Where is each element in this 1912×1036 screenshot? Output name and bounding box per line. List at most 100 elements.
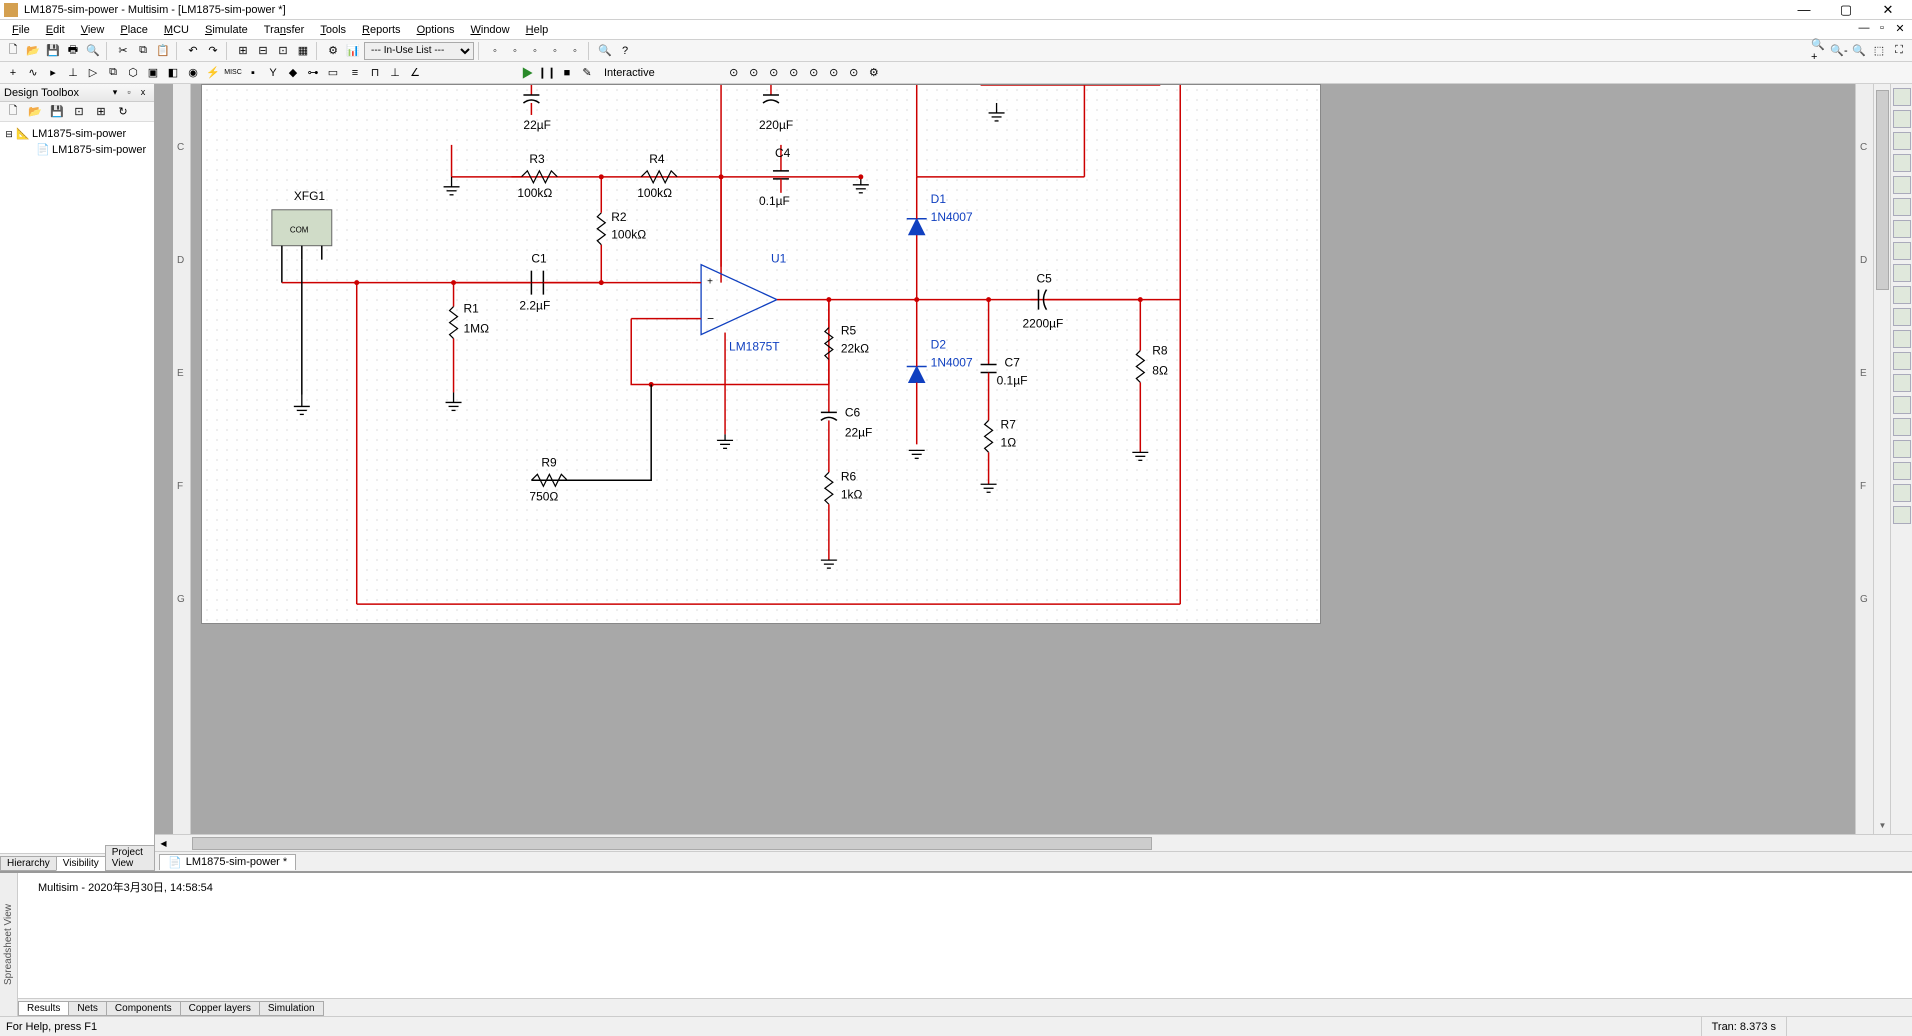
run-button[interactable]: [518, 64, 536, 82]
menu-reports[interactable]: Reports: [354, 22, 409, 38]
oscilloscope-button[interactable]: [1893, 154, 1911, 172]
tab-visibility[interactable]: Visibility: [56, 856, 106, 871]
tab-copper-layers[interactable]: Copper layers: [180, 1001, 260, 1016]
menu-tools[interactable]: Tools: [312, 22, 354, 38]
labview-button[interactable]: [1893, 484, 1911, 502]
menu-place[interactable]: Place: [112, 22, 156, 38]
vertical-scrollbar[interactable]: ▲ ▼: [1873, 84, 1890, 834]
grid4-button[interactable]: ▦: [294, 42, 312, 60]
distortion-button[interactable]: [1893, 330, 1911, 348]
help-button[interactable]: ?: [616, 42, 634, 60]
analysis1-button[interactable]: ⊙: [725, 64, 743, 82]
document-tab[interactable]: 📄 LM1875-sim-power *: [159, 854, 296, 870]
preview-button[interactable]: 🔍: [84, 42, 102, 60]
mixed-button[interactable]: ◧: [164, 64, 182, 82]
agilent-mm-button[interactable]: [1893, 418, 1911, 436]
fullscreen-button[interactable]: ⛶: [1890, 42, 1908, 60]
schematic-canvas[interactable]: XFG1 COM: [191, 84, 1855, 834]
diode-button[interactable]: ▸: [44, 64, 62, 82]
undo-button[interactable]: ↶: [184, 42, 202, 60]
rf-button[interactable]: ▪: [244, 64, 262, 82]
menu-window[interactable]: Window: [462, 22, 517, 38]
minimize-button[interactable]: —: [1790, 2, 1818, 18]
zoom-area-button[interactable]: ⬚: [1870, 42, 1888, 60]
redo-button[interactable]: ↷: [204, 42, 222, 60]
4ch-scope-button[interactable]: [1893, 176, 1911, 194]
tab-simulation[interactable]: Simulation: [259, 1001, 324, 1016]
cut-button[interactable]: ✂: [114, 42, 132, 60]
sidebar-save-button[interactable]: 💾: [48, 103, 66, 121]
sidebar-tool1-button[interactable]: ⊡: [70, 103, 88, 121]
agilent-scope-button[interactable]: [1893, 440, 1911, 458]
analysis6-button[interactable]: ⊙: [825, 64, 843, 82]
tab-results[interactable]: Results: [18, 1001, 69, 1016]
inuse-list-select[interactable]: --- In-Use List ---: [364, 42, 474, 60]
close-button[interactable]: ✕: [1874, 2, 1902, 18]
mdi-minimize-icon[interactable]: —: [1856, 22, 1872, 38]
mdi-close-icon[interactable]: ✕: [1892, 22, 1908, 38]
zoom-in-button[interactable]: 🔍+: [1810, 42, 1828, 60]
sidebar-dropdown-icon[interactable]: ▾: [108, 87, 122, 98]
misc-digital-button[interactable]: ▣: [144, 64, 162, 82]
word-gen-button[interactable]: [1893, 242, 1911, 260]
sidebar-pin-icon[interactable]: ▫: [122, 87, 136, 98]
agilent-fg-button[interactable]: [1893, 396, 1911, 414]
bus-button[interactable]: ≡: [346, 64, 364, 82]
power-button[interactable]: ⚡: [204, 64, 222, 82]
logic-analyzer-button[interactable]: [1893, 264, 1911, 282]
analysis5-button[interactable]: ⊙: [805, 64, 823, 82]
ttl-button[interactable]: ⧉: [104, 64, 122, 82]
probe3-button[interactable]: ◦: [526, 42, 544, 60]
network-analyzer-button[interactable]: [1893, 374, 1911, 392]
horizontal-scrollbar[interactable]: ◀: [155, 834, 1912, 851]
electromech-button[interactable]: Y: [264, 64, 282, 82]
tree-child[interactable]: 📄 LM1875-sim-power: [4, 142, 150, 158]
spectrum-button[interactable]: [1893, 352, 1911, 370]
settings-button[interactable]: ⚙: [865, 64, 883, 82]
menu-options[interactable]: Options: [409, 22, 463, 38]
bode-plotter-button[interactable]: [1893, 198, 1911, 216]
sidebar-close-icon[interactable]: x: [136, 87, 150, 98]
analysis3-button[interactable]: ⊙: [765, 64, 783, 82]
interactive-icon[interactable]: ✎: [578, 64, 596, 82]
analysis4-button[interactable]: ⊙: [785, 64, 803, 82]
menu-help[interactable]: Help: [518, 22, 557, 38]
freq-counter-button[interactable]: [1893, 220, 1911, 238]
sidebar-open-button[interactable]: 📂: [26, 103, 44, 121]
copy-button[interactable]: ⧉: [134, 42, 152, 60]
paste-button[interactable]: 📋: [154, 42, 172, 60]
cmos-button[interactable]: ⬡: [124, 64, 142, 82]
current-probe-button[interactable]: [1893, 506, 1911, 524]
grid-button[interactable]: ⊞: [234, 42, 252, 60]
scroll-thumb-h[interactable]: [192, 837, 1152, 850]
tek-scope-button[interactable]: [1893, 462, 1911, 480]
tab-project-view[interactable]: Project View: [105, 845, 155, 871]
iv-analyzer-button[interactable]: [1893, 308, 1911, 326]
new-button[interactable]: 🗋: [4, 42, 22, 60]
pause-button[interactable]: ❙❙: [538, 64, 556, 82]
menu-mcu[interactable]: MCU: [156, 22, 197, 38]
design-tree[interactable]: ⊟ 📐 LM1875-sim-power 📄 LM1875-sim-power: [0, 122, 154, 853]
spreadsheet-handle[interactable]: Spreadsheet View: [0, 873, 18, 1016]
analog-button[interactable]: ▷: [84, 64, 102, 82]
tab-nets[interactable]: Nets: [68, 1001, 107, 1016]
component-browser-button[interactable]: 📊: [344, 42, 362, 60]
save-button[interactable]: 💾: [44, 42, 62, 60]
scroll-left-icon[interactable]: ◀: [155, 839, 172, 848]
maximize-button[interactable]: ▢: [1832, 2, 1860, 18]
analysis7-button[interactable]: ⊙: [845, 64, 863, 82]
stop-button[interactable]: ■: [558, 64, 576, 82]
connector-button[interactable]: ⊶: [304, 64, 322, 82]
misc-button[interactable]: MISC: [224, 64, 242, 82]
grid3-button[interactable]: ⊡: [274, 42, 292, 60]
menu-file[interactable]: File: [4, 22, 38, 38]
menu-edit[interactable]: Edit: [38, 22, 73, 38]
mdi-restore-icon[interactable]: ▫: [1874, 22, 1890, 38]
transistor-button[interactable]: ⊥: [64, 64, 82, 82]
hier-button[interactable]: ⊓: [366, 64, 384, 82]
sidebar-tool2-button[interactable]: ⊞: [92, 103, 110, 121]
analysis2-button[interactable]: ⊙: [745, 64, 763, 82]
scroll-down-icon[interactable]: ▼: [1874, 817, 1891, 834]
basic-button[interactable]: ∿: [24, 64, 42, 82]
tab-hierarchy[interactable]: Hierarchy: [0, 856, 57, 871]
